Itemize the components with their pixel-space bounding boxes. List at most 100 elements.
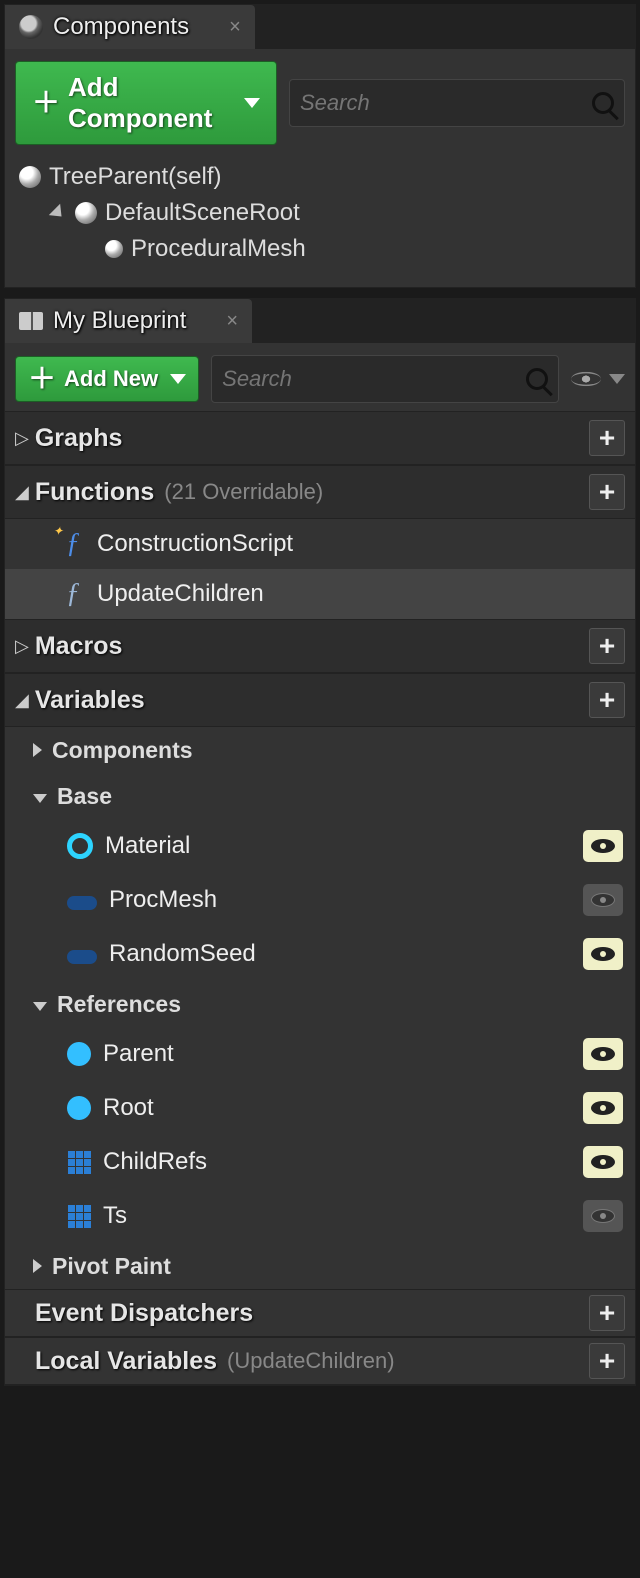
tree-scene-root-row[interactable]: DefaultSceneRoot [5, 195, 635, 231]
expand-icon [33, 1259, 42, 1273]
sphere-icon [19, 166, 41, 188]
variable-ts[interactable]: Ts [5, 1189, 635, 1243]
tree-child-row[interactable]: ProceduralMesh [5, 231, 635, 267]
search-icon [526, 368, 548, 390]
visibility-toggle[interactable] [583, 938, 623, 970]
variables-components-group[interactable]: Components [5, 727, 635, 773]
variables-references-group[interactable]: References [5, 981, 635, 1027]
variable-parent[interactable]: Parent [5, 1027, 635, 1081]
blueprint-tab[interactable]: My Blueprint × [5, 299, 252, 343]
expand-icon[interactable] [49, 204, 67, 222]
object-icon [67, 1096, 91, 1120]
variable-childrefs[interactable]: ChildRefs [5, 1135, 635, 1189]
plus-icon: ＋ [28, 365, 56, 393]
add-component-button[interactable]: ＋ Add Component [15, 61, 277, 145]
functions-section-header[interactable]: ◢ Functions (21 Overridable) + [5, 465, 635, 519]
add-new-label: Add New [64, 366, 158, 392]
chevron-down-icon [244, 98, 260, 108]
local-variables-title: Local Variables [35, 1347, 217, 1376]
variable-label: Root [103, 1094, 154, 1122]
tree-scene-root-label: DefaultSceneRoot [105, 199, 300, 227]
group-label: Pivot Paint [52, 1253, 171, 1280]
blueprint-tab-bar: My Blueprint × [5, 299, 635, 343]
add-local-variable-button[interactable]: + [589, 1343, 625, 1379]
components-search[interactable] [289, 79, 625, 127]
pill-icon [67, 950, 97, 964]
eye-icon [591, 1047, 615, 1061]
variables-section-header[interactable]: ◢ Variables + [5, 673, 635, 727]
object-icon [67, 1042, 91, 1066]
functions-subtitle: (21 Overridable) [164, 479, 323, 505]
components-tree: TreeParent(self) DefaultSceneRoot Proced… [5, 153, 635, 287]
group-label: Base [57, 783, 112, 810]
blueprint-tab-title: My Blueprint [53, 307, 186, 335]
add-function-button[interactable]: + [589, 474, 625, 510]
tree-root-label: TreeParent(self) [49, 163, 222, 191]
components-tab-title: Components [53, 13, 189, 41]
add-variable-button[interactable]: + [589, 682, 625, 718]
book-icon [19, 312, 43, 330]
variable-randomseed[interactable]: RandomSeed [5, 927, 635, 981]
close-icon[interactable]: × [229, 16, 241, 39]
add-new-button[interactable]: ＋ Add New [15, 356, 199, 402]
expand-icon: ◢ [15, 482, 29, 503]
macros-title: Macros [35, 632, 123, 661]
ring-icon [67, 833, 93, 859]
variable-root[interactable]: Root [5, 1081, 635, 1135]
macros-section-header[interactable]: ▷ Macros + [5, 619, 635, 673]
eye-icon [571, 372, 601, 386]
variables-title: Variables [35, 686, 145, 715]
expand-icon: ◢ [15, 690, 29, 711]
eye-icon [591, 1101, 615, 1115]
variables-pivotpaint-group[interactable]: Pivot Paint [5, 1243, 635, 1289]
variable-procmesh[interactable]: ProcMesh [5, 873, 635, 927]
add-component-label: Add Component [68, 72, 232, 134]
expand-icon [33, 794, 47, 803]
function-item-updatechildren[interactable]: ƒ UpdateChildren [5, 569, 635, 619]
components-search-input[interactable] [300, 90, 592, 116]
close-icon[interactable]: × [226, 310, 238, 333]
graphs-section-header[interactable]: ▷ Graphs + [5, 411, 635, 465]
visibility-toggle[interactable] [583, 1038, 623, 1070]
tree-child-label: ProceduralMesh [131, 235, 306, 263]
add-event-dispatcher-button[interactable]: + [589, 1295, 625, 1331]
components-tab-bar: Components × [5, 5, 635, 49]
sphere-icon [105, 240, 123, 258]
group-label: References [57, 991, 181, 1018]
event-dispatchers-section-header[interactable]: Event Dispatchers + [5, 1289, 635, 1337]
array-icon [67, 1150, 91, 1174]
eye-icon [591, 839, 615, 853]
expand-icon: ▷ [15, 636, 29, 657]
components-toolbar: ＋ Add Component [5, 49, 635, 153]
graphs-title: Graphs [35, 424, 123, 453]
variable-label: ChildRefs [103, 1148, 207, 1176]
function-item-constructionscript[interactable]: ƒ ConstructionScript [5, 519, 635, 569]
tree-root-row[interactable]: TreeParent(self) [5, 159, 635, 195]
expand-icon [33, 1002, 47, 1011]
search-icon [592, 92, 614, 114]
local-variables-section-header[interactable]: Local Variables (UpdateChildren) + [5, 1337, 635, 1385]
visibility-toggle[interactable] [583, 1092, 623, 1124]
variables-base-group[interactable]: Base [5, 773, 635, 819]
visibility-toggle[interactable] [583, 1200, 623, 1232]
function-icon: ƒ [59, 528, 87, 560]
expand-icon: ▷ [15, 428, 29, 449]
eye-icon [591, 893, 615, 907]
variable-material[interactable]: Material [5, 819, 635, 873]
variable-label: Parent [103, 1040, 174, 1068]
chevron-down-icon [170, 374, 186, 384]
chevron-down-icon [609, 374, 625, 384]
eye-icon [591, 947, 615, 961]
sphere-icon [75, 202, 97, 224]
add-graph-button[interactable]: + [589, 420, 625, 456]
view-options-button[interactable] [571, 370, 625, 388]
blueprint-search-input[interactable] [222, 366, 526, 392]
visibility-toggle[interactable] [583, 1146, 623, 1178]
components-tab[interactable]: Components × [5, 5, 255, 49]
visibility-toggle[interactable] [583, 830, 623, 862]
event-dispatchers-title: Event Dispatchers [35, 1299, 253, 1328]
functions-title: Functions [35, 478, 154, 507]
visibility-toggle[interactable] [583, 884, 623, 916]
blueprint-search[interactable] [211, 355, 559, 403]
add-macro-button[interactable]: + [589, 628, 625, 664]
